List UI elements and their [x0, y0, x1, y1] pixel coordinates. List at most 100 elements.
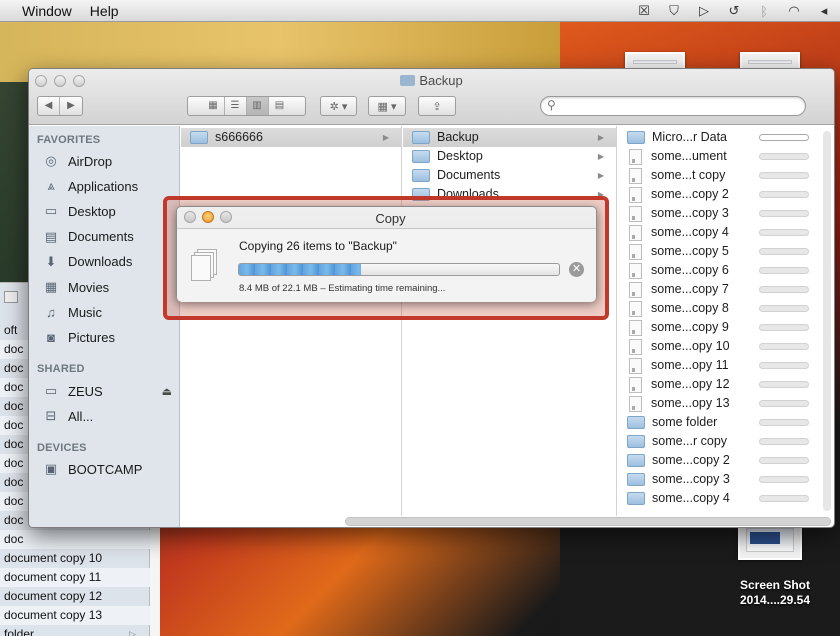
file-row[interactable]: some...copy 2	[618, 451, 823, 470]
sidebar-item-bootcamp[interactable]: ▣ BOOTCAMP	[43, 458, 178, 480]
folder-row[interactable]: s666666 ▶	[181, 128, 401, 147]
sidebar-item-applications[interactable]: ⩓ Applications	[43, 175, 178, 197]
copy-progress-dialog[interactable]: Copy Copying 26 items to "Backup" ✕ 8.4 …	[176, 206, 597, 302]
file-row[interactable]: some...t copy	[618, 166, 823, 185]
menu-help[interactable]: Help	[84, 3, 131, 19]
file-row[interactable]: some folder	[618, 413, 823, 432]
file-row[interactable]: some...copy 6	[618, 261, 823, 280]
forward-icon[interactable]: ▶	[60, 97, 82, 115]
sidebar-item-movies[interactable]: ▦ Movies	[43, 276, 178, 298]
volume-icon[interactable]: ◂	[816, 3, 832, 19]
list-item[interactable]: document copy 11	[0, 568, 150, 587]
search-field[interactable]: ⚲	[540, 96, 806, 116]
folder-icon	[627, 454, 645, 467]
movies-icon: ▦	[44, 279, 58, 294]
eject-icon[interactable]: ⏏	[162, 385, 172, 398]
sidebar-item-documents[interactable]: ▤ Documents	[43, 226, 178, 248]
cancel-copy-button[interactable]: ✕	[569, 262, 584, 277]
list-item[interactable]: document copy 13	[0, 606, 150, 625]
file-row[interactable]: some...copy 5	[618, 242, 823, 261]
icon-view-icon[interactable]: ▦	[203, 97, 225, 115]
play-icon[interactable]: ▷	[696, 3, 712, 19]
folder-row[interactable]: Documents ▶	[403, 166, 616, 185]
time-machine-icon[interactable]: ↺	[726, 3, 742, 19]
list-item-label: doc	[4, 475, 24, 489]
view-mode-segmented[interactable]: ▦ ☰ ▥ ▤	[187, 96, 306, 116]
copy-progress-indicator	[759, 267, 809, 274]
folder-icon	[190, 131, 208, 144]
sidebar-item-zeus[interactable]: ▭ ZEUS ⏏	[43, 380, 178, 402]
list-item-label: document copy 10	[4, 551, 103, 565]
column-1[interactable]: s666666 ▶	[181, 126, 402, 516]
view-toggle-icon[interactable]	[4, 291, 18, 303]
coverflow-view-icon[interactable]: ▤	[269, 97, 291, 115]
folder-row[interactable]: Backup ▶	[403, 128, 616, 147]
share-button[interactable]: ⇪	[418, 96, 456, 116]
document-icon	[629, 319, 642, 336]
action-menu-button[interactable]: ✲ ▾	[320, 96, 357, 116]
file-row[interactable]: some...opy 10	[618, 337, 823, 356]
search-input[interactable]	[561, 98, 796, 114]
file-row[interactable]: some...opy 12	[618, 375, 823, 394]
list-item[interactable]: document copy 12	[0, 587, 150, 606]
list-item[interactable]: folder ▷	[0, 625, 150, 636]
document-icon	[629, 167, 642, 184]
file-row[interactable]: some...opy 11	[618, 356, 823, 375]
folder-icon	[627, 473, 645, 486]
wifi-icon[interactable]: ◠	[786, 3, 802, 19]
file-name: some...ument	[651, 149, 727, 163]
menu-window[interactable]: Window	[22, 3, 84, 19]
bluetooth-icon[interactable]: ᛒ	[756, 4, 772, 19]
desktop-icon: ▭	[44, 203, 58, 219]
file-name: some...copy 4	[651, 225, 729, 239]
back-icon[interactable]: ◀	[38, 97, 60, 115]
sidebar-item-all[interactable]: ⊟ All...	[43, 405, 178, 427]
copy-progress-indicator	[759, 438, 809, 445]
file-name: s666666	[215, 130, 263, 144]
network-icon: ⊟	[45, 408, 57, 423]
desktop-file-label[interactable]: Screen Shot 2014....29.54	[720, 578, 830, 608]
file-row[interactable]: some...copy 7	[618, 280, 823, 299]
close-box-icon[interactable]: ☒	[636, 3, 652, 19]
favorites-heading: FAVORITES	[37, 134, 101, 146]
file-row[interactable]: some...copy 8	[618, 299, 823, 318]
copy-progress-indicator	[759, 191, 809, 198]
back-forward-buttons[interactable]: ◀ ▶	[37, 96, 83, 116]
sidebar-item-desktop[interactable]: ▭ Desktop	[43, 200, 178, 222]
file-row[interactable]: some...ument	[618, 147, 823, 166]
file-row[interactable]: Micro...r Data	[618, 128, 823, 147]
disclosure-arrow-icon: ▶	[597, 171, 604, 180]
shield-icon[interactable]: ⛉	[666, 3, 682, 19]
horizontal-scrollbar[interactable]	[345, 517, 831, 526]
column-3[interactable]: Micro...r Data some...ument some...t copy s…	[618, 126, 823, 516]
file-name: some...copy 8	[651, 301, 729, 315]
list-item[interactable]: document copy 10	[0, 549, 150, 568]
file-row[interactable]: some...copy 2	[618, 185, 823, 204]
list-item[interactable]: doc	[0, 530, 150, 549]
file-row[interactable]: some...copy 9	[618, 318, 823, 337]
sidebar-item-airdrop[interactable]: ◎ AirDrop	[43, 150, 178, 172]
file-row[interactable]: some...r copy	[618, 432, 823, 451]
sidebar-item-downloads[interactable]: ⬇ Downloads	[43, 251, 178, 273]
file-name: Micro...r Data	[652, 130, 728, 144]
sidebar-item-label: AirDrop	[68, 153, 113, 169]
vertical-scrollbar[interactable]	[823, 131, 831, 511]
column-view-icon[interactable]: ▥	[246, 97, 269, 115]
folder-row[interactable]: Desktop ▶	[403, 147, 616, 166]
column-2[interactable]: Backup ▶ Desktop ▶ Documents ▶ Downloads ▶	[403, 126, 617, 516]
sidebar-item-pictures[interactable]: ◙ Pictures	[43, 326, 178, 348]
sidebar: FAVORITES ◎ AirDrop ⩓ Applications ▭ Desktop ▤…	[29, 126, 180, 527]
file-row[interactable]: some...opy 13	[618, 394, 823, 413]
file-name: some...copy 5	[651, 244, 729, 258]
file-row[interactable]: some...copy 3	[618, 470, 823, 489]
document-icon	[629, 395, 642, 412]
document-icon	[629, 281, 642, 298]
file-row[interactable]: some...copy 4	[618, 223, 823, 242]
file-row[interactable]: some...copy 3	[618, 204, 823, 223]
file-row[interactable]: some...copy 4	[618, 489, 823, 508]
copy-message: Copying 26 items to "Backup"	[239, 239, 397, 253]
sidebar-item-music[interactable]: ♫ Music	[43, 301, 178, 323]
arrange-menu-button[interactable]: ▦ ▾	[368, 96, 406, 116]
status-icons: ☒ ⛉ ▷ ↺ ᛒ ◠ ◂	[636, 2, 832, 20]
list-view-icon[interactable]: ☰	[225, 97, 247, 115]
